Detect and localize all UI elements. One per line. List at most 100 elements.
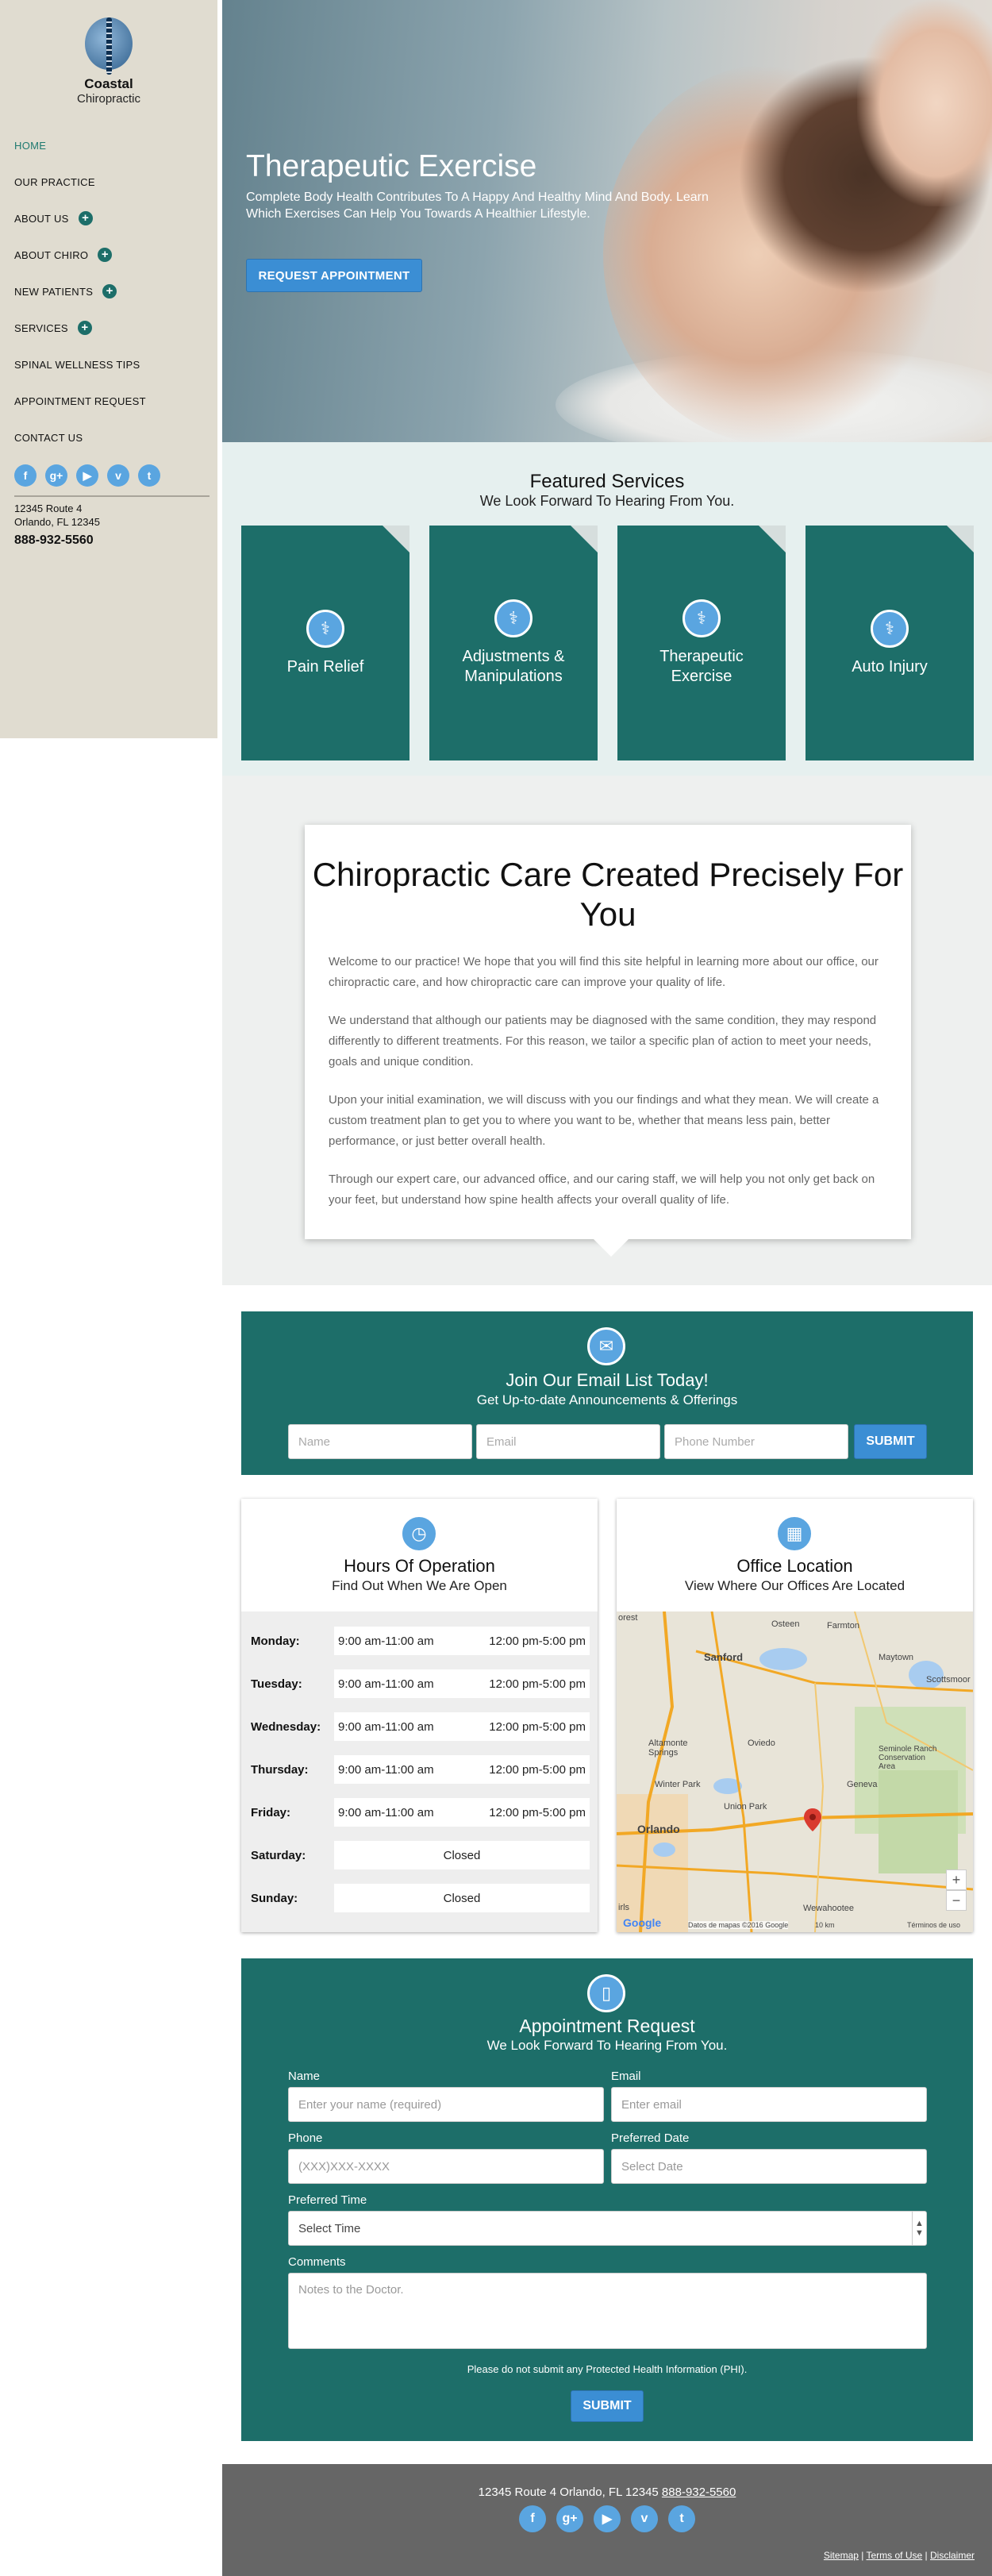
vimeo-icon[interactable]: v	[631, 2505, 658, 2532]
hours-am: 9:00 am-11:00 am	[338, 1677, 434, 1691]
service-card-label: Auto Injury	[852, 657, 928, 676]
appointment-submit-button[interactable]: SUBMIT	[571, 2390, 644, 2422]
nav-item-label: CONTACT US	[14, 431, 83, 444]
logo[interactable]: Coastal Chiropractic	[0, 17, 217, 106]
nav-item-label: APPOINTMENT REQUEST	[14, 395, 146, 407]
nav-item-spinal-wellness-tips[interactable]: SPINAL WELLNESS TIPS	[14, 346, 205, 383]
footer-address: 12345 Route 4 Orlando, FL 12345 888-932-…	[222, 2486, 992, 2499]
expand-plus-icon[interactable]: +	[77, 321, 92, 335]
hours-day: Monday:	[251, 1634, 300, 1648]
map-label: Wewahootee	[803, 1904, 855, 1913]
email-signup-submit-button[interactable]: SUBMIT	[854, 1424, 927, 1459]
email-signup: ✉ Join Our Email List Today! Get Up-to-d…	[241, 1311, 973, 1475]
service-card-therapeutic-exercise[interactable]: ⚕ Therapeutic Exercise	[617, 526, 786, 760]
hours-am: 9:00 am-11:00 am	[338, 1762, 434, 1777]
nav-item-services[interactable]: SERVICES +	[14, 310, 205, 346]
email-signup-name-input[interactable]: Name	[288, 1424, 472, 1459]
hours-am: 9:00 am-11:00 am	[338, 1805, 434, 1819]
sidebar: Coastal Chiropractic HOME OUR PRACTICE A…	[0, 0, 217, 738]
nav-item-contact-us[interactable]: CONTACT US	[14, 419, 205, 456]
clock-icon: ◷	[400, 1515, 438, 1553]
phone-field[interactable]: (XXX)XXX-XXXX	[288, 2149, 604, 2184]
nav-item-label: SPINAL WELLNESS TIPS	[14, 358, 140, 371]
map-label: Union Park	[724, 1802, 767, 1812]
office-map[interactable]: orest Osteen Farmton Sanford Maytown Alt…	[617, 1611, 973, 1932]
map-zoom-in-button[interactable]: +	[946, 1869, 967, 1890]
phone-label: Phone	[288, 2131, 323, 2145]
nav-item-home[interactable]: HOME	[14, 127, 205, 164]
nav-item-about-chiro[interactable]: ABOUT CHIRO +	[14, 237, 205, 273]
sitemap-link[interactable]: Sitemap	[824, 2550, 859, 2561]
map-label: Altamonte Springs	[648, 1739, 688, 1758]
expand-plus-icon[interactable]: +	[102, 284, 117, 298]
email-field[interactable]: Enter email	[611, 2087, 927, 2122]
stethoscope-icon: ⚕	[494, 599, 533, 637]
facebook-icon[interactable]: f	[14, 464, 37, 487]
location-subtitle: View Where Our Offices Are Located	[684, 1578, 905, 1593]
preferred-date-label: Preferred Date	[611, 2131, 690, 2145]
service-card-auto-injury[interactable]: ⚕ Auto Injury	[806, 526, 974, 760]
nav-item-appointment-request[interactable]: APPOINTMENT REQUEST	[14, 383, 205, 419]
appointment-form: ▯ Appointment Request We Look Forward To…	[241, 1958, 973, 2441]
youtube-icon[interactable]: ▶	[76, 464, 98, 487]
expand-plus-icon[interactable]: +	[98, 248, 113, 262]
sidebar-phone[interactable]: 888-932-5560	[14, 533, 94, 548]
hours-day: Tuesday:	[251, 1677, 302, 1691]
email-signup-title: Join Our Email List Today!	[506, 1370, 709, 1390]
map-label: Seminole Ranch Conservation Area	[879, 1745, 937, 1771]
footer-social-links: f g+ ▶ v t	[519, 2505, 695, 2532]
chevron-down-icon: ▲ ▼	[912, 2212, 926, 2245]
service-card-adjustments[interactable]: ⚕ Adjustments & Manipulations	[429, 526, 598, 760]
google-plus-icon[interactable]: g+	[45, 464, 67, 487]
facebook-icon[interactable]: f	[519, 2505, 546, 2532]
preferred-time-label: Preferred Time	[288, 2193, 367, 2207]
about-card: Chiropractic Care Created Precisely For …	[305, 825, 911, 1257]
hours-title: Hours Of Operation	[344, 1556, 495, 1576]
name-field[interactable]: Enter your name (required)	[288, 2087, 604, 2122]
nav-item-our-practice[interactable]: OUR PRACTICE	[14, 164, 205, 200]
hours-closed: Closed	[443, 1848, 481, 1862]
email-signup-phone-input[interactable]: Phone Number	[664, 1424, 848, 1459]
map-terms-link[interactable]: Términos de uso	[907, 1921, 960, 1929]
twitter-icon[interactable]: t	[138, 464, 160, 487]
service-card-pain-relief[interactable]: ⚕ Pain Relief	[241, 526, 409, 760]
hours-times: 9:00 am-11:00 am 12:00 pm-5:00 pm	[334, 1798, 590, 1827]
nav-item-about-us[interactable]: ABOUT US +	[14, 200, 205, 237]
email-signup-subtitle: Get Up-to-date Announcements & Offerings	[476, 1392, 738, 1407]
location-title: Office Location	[736, 1556, 853, 1576]
footer-phone-link[interactable]: 888-932-5560	[662, 2486, 736, 2499]
stethoscope-icon: ⚕	[871, 609, 909, 648]
hours-row: Friday: 9:00 am-11:00 am 12:00 pm-5:00 pm	[241, 1791, 598, 1834]
nav-item-new-patients[interactable]: NEW PATIENTS +	[14, 273, 205, 310]
hours-times: Closed	[334, 1884, 590, 1912]
hours-times: Closed	[334, 1841, 590, 1869]
map-label: Orlando	[637, 1823, 680, 1835]
disclaimer-link[interactable]: Disclaimer	[930, 2550, 975, 2561]
map-label: Scottsmoor	[926, 1675, 971, 1685]
nav-item-label: ABOUT CHIRO	[14, 248, 89, 261]
twitter-icon[interactable]: t	[668, 2505, 695, 2532]
expand-plus-icon[interactable]: +	[78, 211, 93, 225]
map-label: Winter Park	[655, 1780, 701, 1789]
about-section: Chiropractic Care Created Precisely For …	[222, 776, 992, 1285]
map-label: Maytown	[879, 1653, 914, 1662]
email-label: Email	[611, 2070, 641, 2083]
preferred-time-select[interactable]: Select Time ▲ ▼	[288, 2211, 927, 2246]
hours-table: Monday: 9:00 am-11:00 am 12:00 pm-5:00 pm …	[241, 1611, 598, 1932]
comments-textarea[interactable]: Notes to the Doctor.	[288, 2273, 927, 2349]
terms-of-use-link[interactable]: Terms of Use	[867, 2550, 923, 2561]
youtube-icon[interactable]: ▶	[594, 2505, 621, 2532]
google-plus-icon[interactable]: g+	[556, 2505, 583, 2532]
hours-row: Thursday: 9:00 am-11:00 am 12:00 pm-5:00 p…	[241, 1748, 598, 1791]
request-appointment-button[interactable]: REQUEST APPOINTMENT	[246, 259, 422, 292]
vimeo-icon[interactable]: v	[107, 464, 129, 487]
preferred-date-field[interactable]: Select Date	[611, 2149, 927, 2184]
stethoscope-icon: ⚕	[306, 609, 344, 648]
email-signup-email-input[interactable]: Email	[476, 1424, 660, 1459]
about-title: Chiropractic Care Created Precisely For …	[312, 856, 904, 933]
hours-times: 9:00 am-11:00 am 12:00 pm-5:00 pm	[334, 1669, 590, 1698]
comments-label: Comments	[288, 2255, 346, 2269]
featured-subtitle: We Look Forward To Hearing From You.	[479, 493, 735, 509]
map-zoom-out-button[interactable]: −	[946, 1890, 967, 1911]
mobile-phone-icon: ▯	[587, 1974, 625, 2012]
